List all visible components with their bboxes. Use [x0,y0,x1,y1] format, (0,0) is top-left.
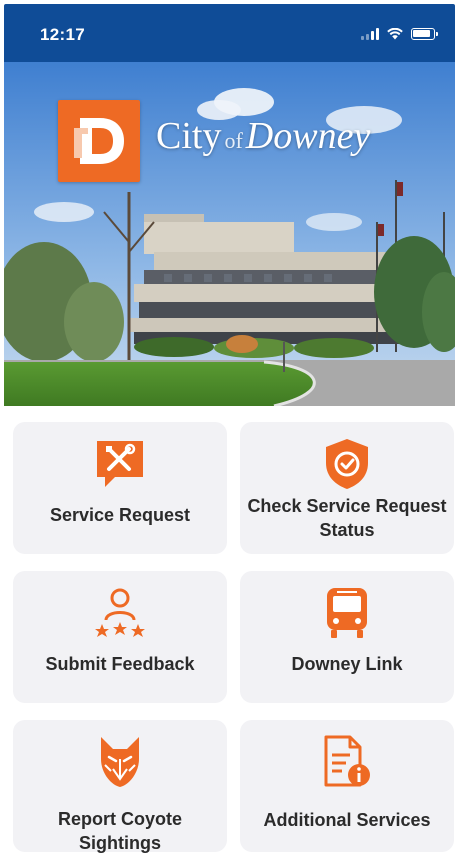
wifi-icon [387,28,403,40]
coyote-icon [13,734,227,790]
document-info-icon [240,734,454,790]
downey-word: Downey [245,115,371,157]
hero-banner: City ofDowney [4,62,455,406]
bus-icon [240,585,454,641]
additional-services-tile[interactable]: Additional Services [240,720,454,852]
report-coyote-tile[interactable]: Report Coyote Sightings [13,720,227,853]
battery-icon [411,28,438,40]
status-bar: 12:17 [4,4,455,62]
of-word: of [224,128,243,153]
tile-label: Downey Link [291,654,403,674]
repair-chat-icon [13,436,227,492]
city-name-logo: City ofDowney [156,114,370,158]
city-logo-icon [58,100,140,182]
tile-label: Report Coyote Sightings [57,809,182,853]
person-stars-icon [13,585,227,641]
logo-letter-d [74,118,124,164]
tile-label: Additional Services [263,810,431,830]
tile-label: Service Request [49,505,191,525]
shield-check-icon [240,436,454,492]
app-screen: 12:17 City ofDowney Service Request Chec… [4,4,455,854]
tile-label: Check Service Request Status [247,496,447,540]
downey-link-tile[interactable]: Downey Link [240,571,454,703]
signal-icon [361,28,379,40]
status-icons [361,28,438,40]
check-status-tile[interactable]: Check Service Request Status [240,422,454,554]
services-grid: Service Request Check Service Request St… [4,406,455,854]
status-time: 12:17 [40,25,85,44]
service-request-tile[interactable]: Service Request [13,422,227,554]
submit-feedback-tile[interactable]: Submit Feedback [13,571,227,703]
tile-label: Submit Feedback [45,654,195,674]
city-word: City [156,115,222,157]
